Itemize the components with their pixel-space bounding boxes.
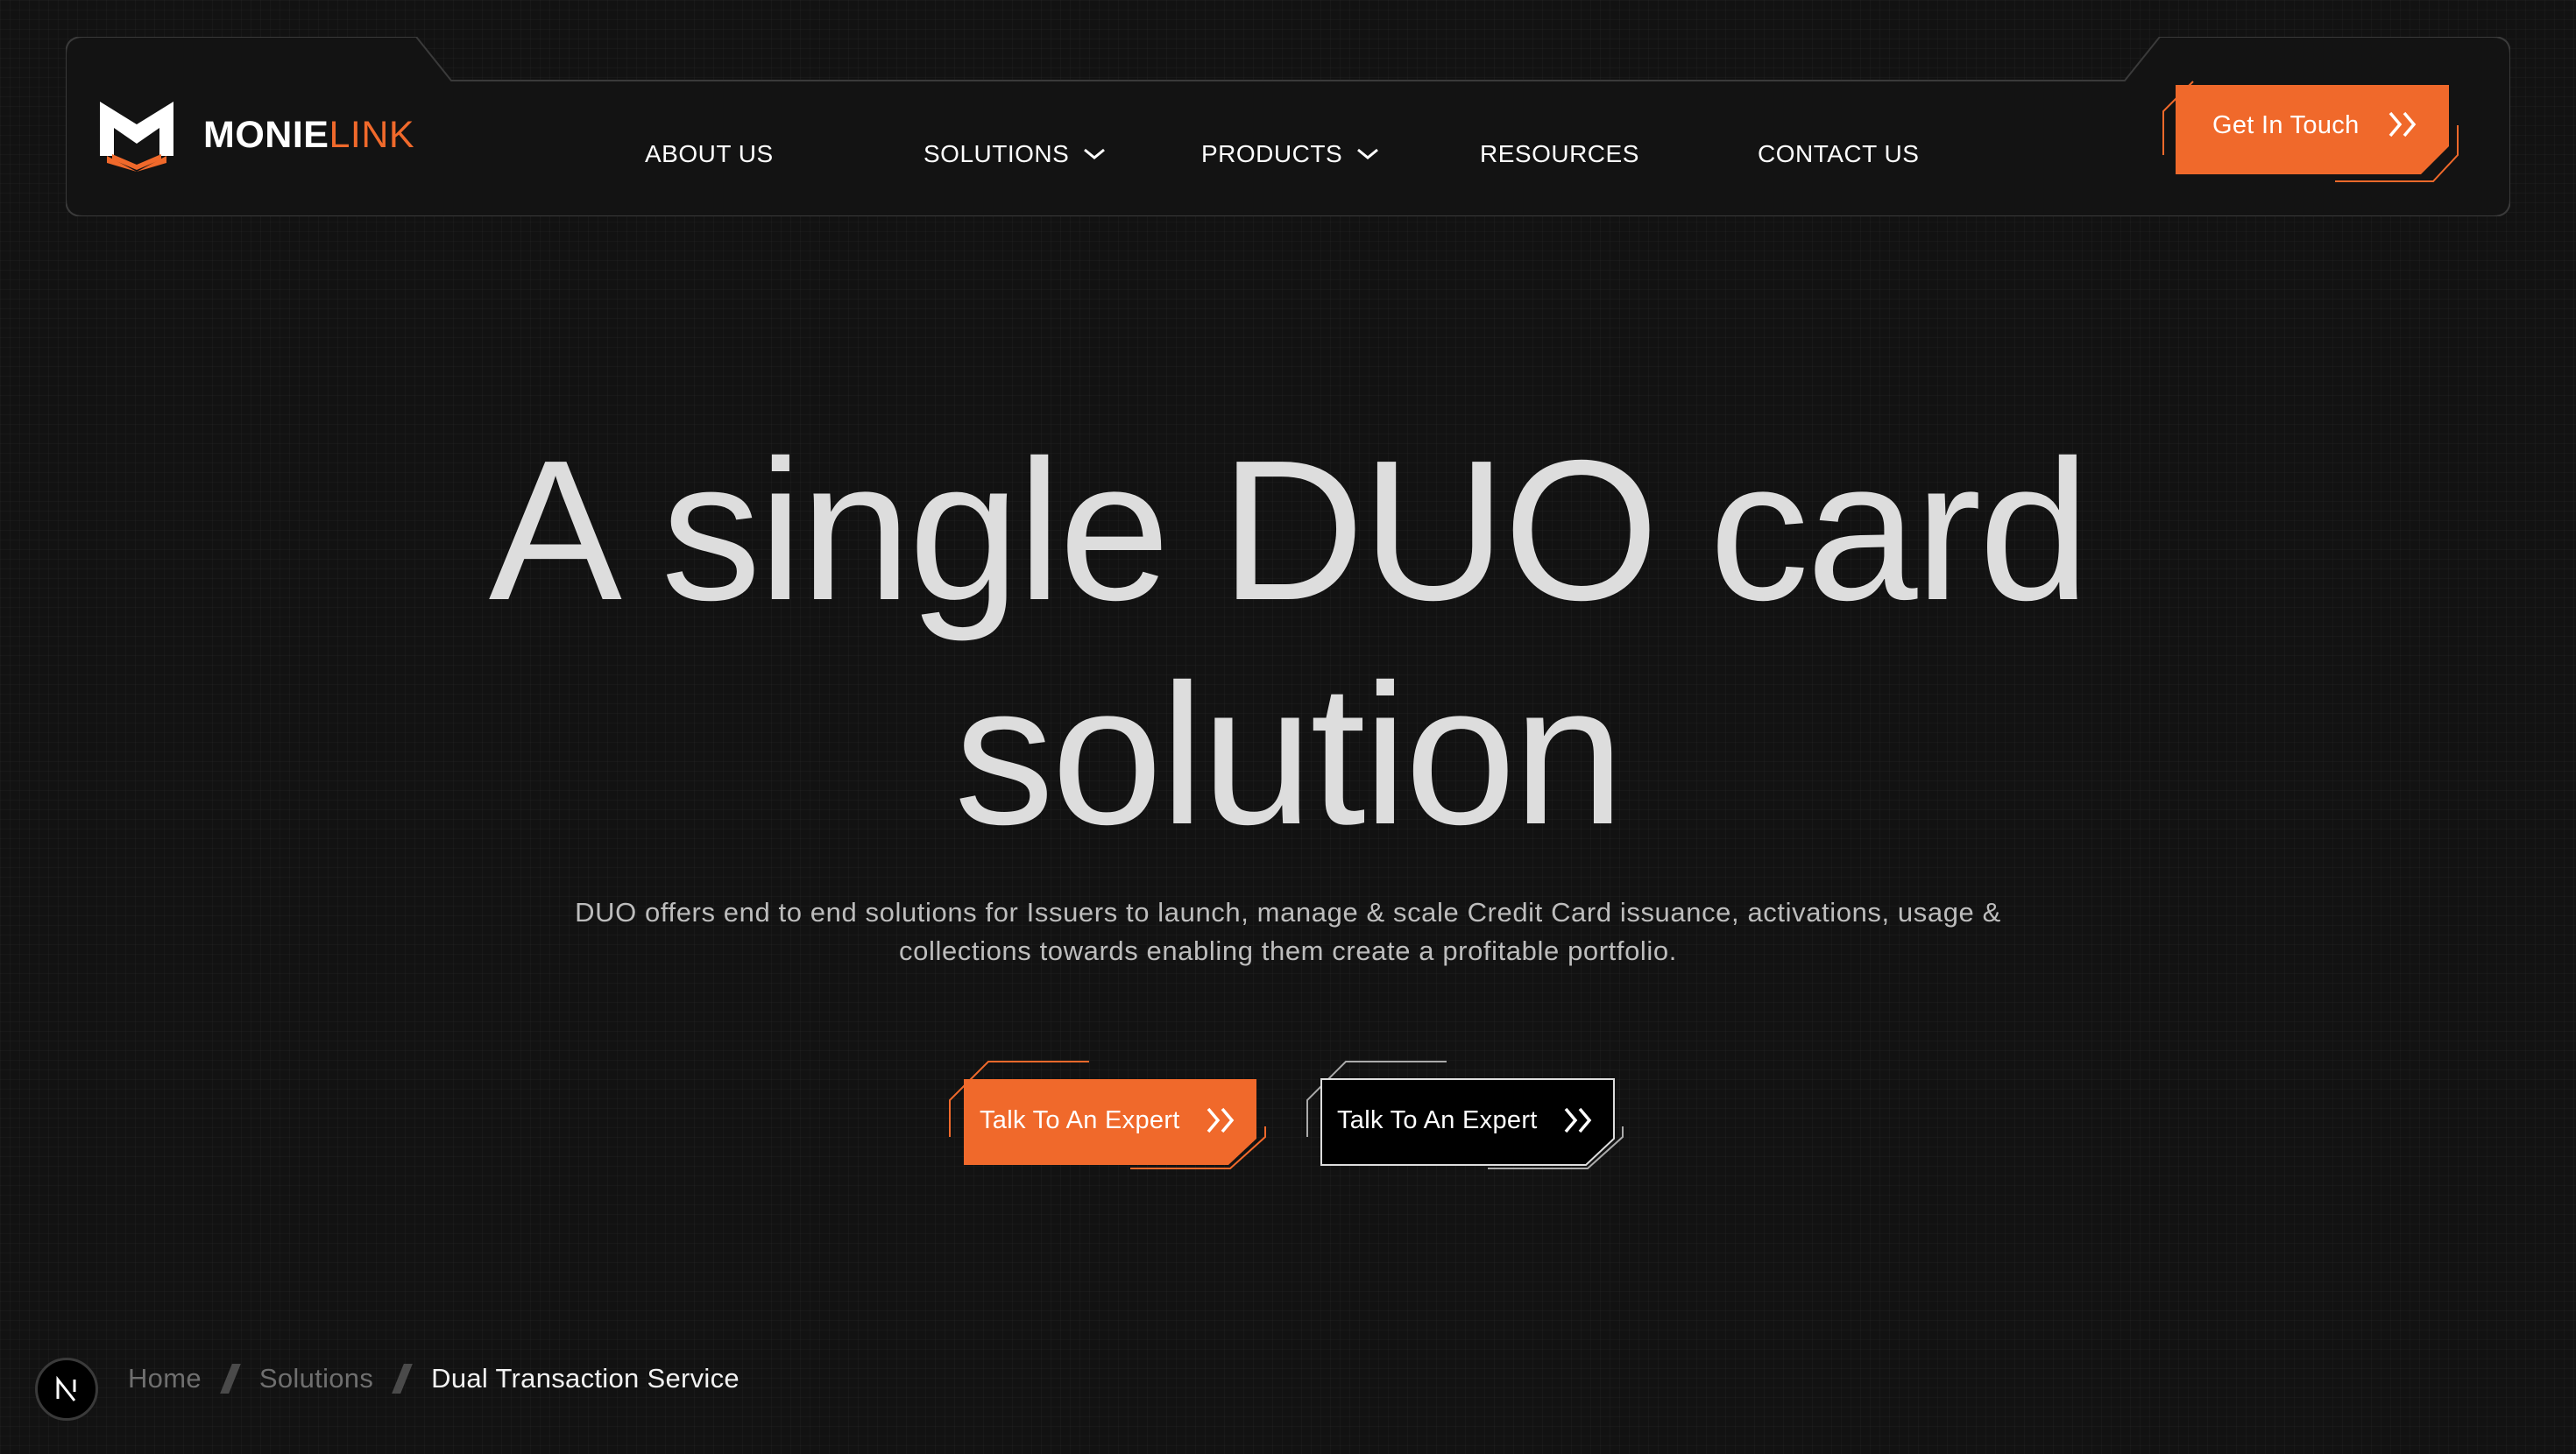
breadcrumb-home[interactable]: Home [128,1363,202,1394]
get-in-touch-button[interactable]: Get In Touch [2151,76,2466,190]
nav-item-label: RESOURCES [1480,140,1639,167]
chevron-down-icon [1084,148,1106,159]
nav-item-label: CONTACT US [1758,140,1920,167]
brand-name-accent: LINK [329,113,415,156]
brand-name-primary: MONIE [203,113,329,156]
header-frame [66,37,2510,216]
breadcrumb-separator [392,1364,414,1394]
get-in-touch-label: Get In Touch [2212,111,2360,139]
nextjs-indicator-icon[interactable] [35,1358,98,1421]
nav-item-products[interactable]: PRODUCTS [1201,140,1379,168]
primary-button-label: Talk To An Expert [980,1106,1180,1134]
page: MONIELINK ABOUT US SOLUTIONS PRODUCTS RE… [0,0,2576,1454]
hero-title-line2: solution [954,644,1624,866]
hero-title-line1: A single DUO card [488,420,2090,642]
hero-subtitle-line1: DUO offers end to end solutions for Issu… [575,897,2001,928]
nav-item-label: ABOUT US [645,140,774,167]
site-header: MONIELINK ABOUT US SOLUTIONS PRODUCTS RE… [66,37,2510,216]
hero-title: A single DUO card solution [0,419,2576,867]
secondary-button-label: Talk To An Expert [1337,1106,1538,1134]
double-chevron-right-icon [1207,1107,1235,1133]
talk-to-expert-secondary-button[interactable]: Talk To An Expert [1304,1056,1628,1172]
chevron-down-icon [1357,148,1379,159]
nav-item-solutions[interactable]: SOLUTIONS [924,140,1106,168]
nav-item-contact-us[interactable]: CONTACT US [1758,140,1919,168]
nav-item-label: PRODUCTS [1201,140,1343,167]
n-letter-icon [56,1375,76,1401]
nav-item-resources[interactable]: RESOURCES [1480,140,1639,168]
brand-logo[interactable]: MONIELINK [96,98,414,172]
hero-subtitle: DUO offers end to end solutions for Issu… [543,893,2033,971]
hero-subtitle-line2: collections towards enabling them create… [899,935,1677,966]
double-chevron-right-icon [2388,111,2417,138]
monielink-m-logo-icon [100,102,173,172]
breadcrumb: Home Solutions Dual Transaction Service [128,1359,740,1398]
double-chevron-right-icon [1564,1107,1592,1133]
brand-name: MONIELINK [203,114,414,157]
nav-item-about-us[interactable]: ABOUT US [645,140,774,168]
breadcrumb-separator [220,1364,241,1394]
breadcrumb-solutions[interactable]: Solutions [259,1363,373,1394]
talk-to-expert-primary-button[interactable]: Talk To An Expert [946,1056,1270,1172]
nav-item-label: SOLUTIONS [924,140,1070,167]
breadcrumb-current: Dual Transaction Service [431,1363,740,1394]
